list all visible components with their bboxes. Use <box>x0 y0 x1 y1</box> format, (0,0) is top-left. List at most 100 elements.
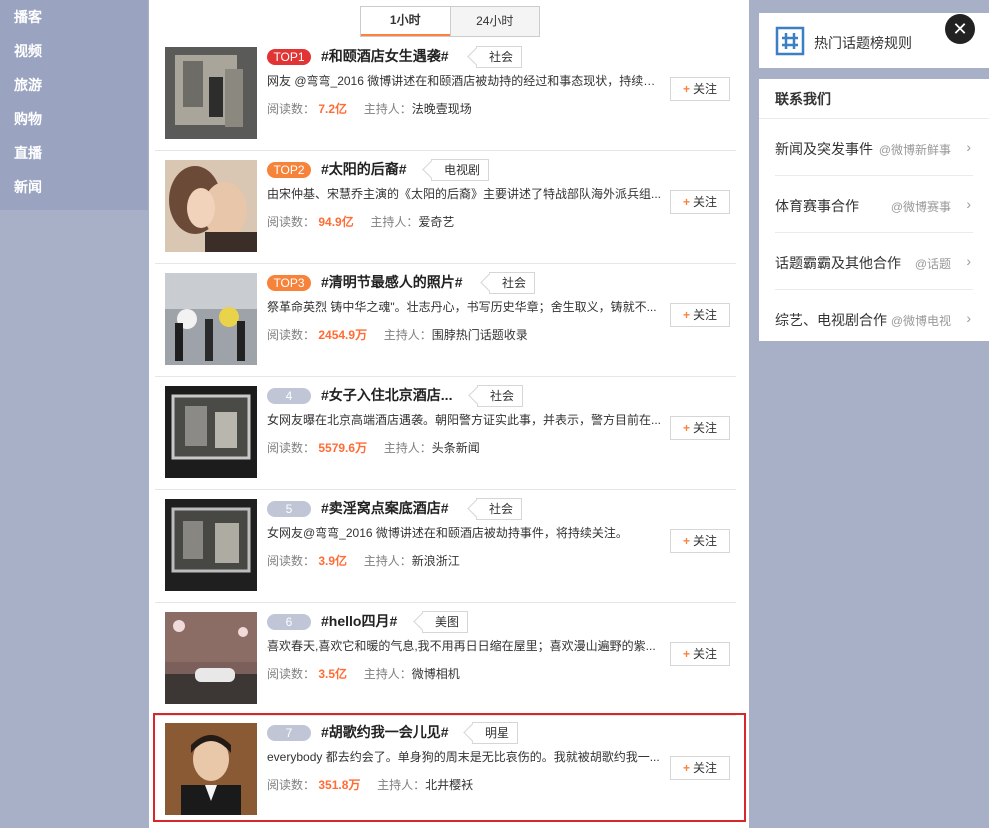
chevron-right-icon: › <box>966 253 971 269</box>
host-label: 主持人： <box>383 441 432 455</box>
follow-button[interactable]: + 关注 <box>670 303 730 327</box>
rank-badge: TOP3 <box>267 275 311 291</box>
topic-thumbnail[interactable] <box>165 273 257 365</box>
host-label: 主持人： <box>363 554 412 568</box>
nav-item-video[interactable]: 视频 <box>0 34 148 68</box>
topic-title[interactable]: #太阳的后裔# <box>321 159 407 179</box>
follow-label: 关注 <box>693 308 718 322</box>
category-tag[interactable]: 社会 <box>476 498 523 520</box>
rules-link[interactable]: 热门话题榜规则 <box>814 33 912 53</box>
follow-button[interactable]: + 关注 <box>670 77 730 101</box>
topic-title[interactable]: #清明节最感人的照片# <box>321 272 463 292</box>
topic-list-panel: 1小时 24小时 TOP1 #和颐酒店女生遇袭# 社会 网友 @弯弯_2016 … <box>149 0 749 828</box>
read-count-label: 阅读数： <box>267 554 316 568</box>
host-label: 主持人： <box>370 215 419 229</box>
contact-handle[interactable]: @话题 <box>915 255 951 272</box>
topic-thumbnail[interactable] <box>165 612 257 704</box>
nav-item-news[interactable]: 新闻 <box>0 170 148 204</box>
topic-thumbnail[interactable] <box>165 499 257 591</box>
topic-description: 网友 @弯弯_2016 微博讲述在和颐酒店被劫持的经过和事态现状，持续关注 <box>267 74 662 88</box>
follow-label: 关注 <box>693 195 718 209</box>
read-count-label: 阅读数： <box>267 102 316 116</box>
topic-meta: 阅读数： 3.9亿 主持人：新浪浙江 <box>267 552 460 569</box>
contact-label: 体育赛事合作 <box>775 198 859 214</box>
follow-button[interactable]: + 关注 <box>670 642 730 666</box>
contact-handle[interactable]: @微博新鲜事 <box>879 141 951 158</box>
read-count: 2454.9万 <box>318 328 368 342</box>
follow-label: 关注 <box>693 761 718 775</box>
contact-label: 综艺、电视剧合作 <box>775 312 887 328</box>
tab-1-hour[interactable]: 1小时 <box>361 7 450 36</box>
topic-meta: 阅读数： 94.9亿 主持人：爱奇艺 <box>267 213 454 230</box>
follow-label: 关注 <box>693 421 718 435</box>
read-count-label: 阅读数： <box>267 215 316 229</box>
read-count-label: 阅读数： <box>267 441 316 455</box>
read-count: 5579.6万 <box>318 441 368 455</box>
topic-description: everybody 都去约会了。单身狗的周末是无比哀伤的。我就被胡歌约我一... <box>267 750 660 764</box>
topic-title[interactable]: #胡歌约我一会儿见# <box>321 722 449 742</box>
rank-badge: 5 <box>267 501 311 517</box>
close-icon[interactable]: ✕ <box>945 14 975 44</box>
contact-label: 话题霸霸及其他合作 <box>775 255 901 271</box>
category-tag[interactable]: 美图 <box>422 611 469 633</box>
host-name[interactable]: 法晚壹现场 <box>412 102 472 116</box>
contact-panel: 联系我们 新闻及突发事件 @微博新鲜事 › 体育赛事合作 @微博赛事 › 话题霸… <box>759 79 989 341</box>
topic-thumbnail[interactable] <box>165 386 257 478</box>
read-count: 94.9亿 <box>318 215 354 229</box>
nav-item-shopping[interactable]: 购物 <box>0 102 148 136</box>
nav-item-travel[interactable]: 旅游 <box>0 68 148 102</box>
follow-button[interactable]: + 关注 <box>670 190 730 214</box>
follow-button[interactable]: + 关注 <box>670 756 730 780</box>
category-tag[interactable]: 明星 <box>472 722 519 744</box>
plus-icon: + <box>682 421 690 435</box>
nav-item-live[interactable]: 直播 <box>0 136 148 170</box>
read-count: 351.8万 <box>318 778 361 792</box>
topic-description: 由宋仲基、宋慧乔主演的《太阳的后裔》主要讲述了特战部队海外派兵组... <box>267 187 662 201</box>
host-name[interactable]: 微博相机 <box>412 667 460 681</box>
topic-meta: 阅读数： 5579.6万 主持人：头条新闻 <box>267 439 480 456</box>
follow-button[interactable]: + 关注 <box>670 529 730 553</box>
topic-title[interactable]: #卖淫窝点案底酒店# <box>321 498 449 518</box>
nav-item-podcast[interactable]: 播客 <box>0 0 148 34</box>
topic-row-selected: 7 #胡歌约我一会儿见# 明星 everybody 都去约会了。单身狗的周末是无… <box>153 713 746 822</box>
rank-badge: 7 <box>267 725 311 741</box>
host-name[interactable]: 新浪浙江 <box>412 554 460 568</box>
tab-24-hours[interactable]: 24小时 <box>449 7 540 36</box>
contact-item-tv[interactable]: 综艺、电视剧合作 @微博电视 › <box>775 290 973 346</box>
topic-description: 祭革命英烈 铸中华之魂"。壮志丹心，书写历史华章；舍生取义，铸就不... <box>267 300 657 314</box>
topic-thumbnail[interactable] <box>165 723 257 815</box>
time-range-tabs: 1小时 24小时 <box>360 6 540 37</box>
host-name[interactable]: 头条新闻 <box>432 441 480 455</box>
host-name[interactable]: 爱奇艺 <box>418 215 454 229</box>
host-label: 主持人： <box>363 102 412 116</box>
category-tag[interactable]: 社会 <box>476 46 523 68</box>
contact-label: 新闻及突发事件 <box>775 141 873 157</box>
contact-handle[interactable]: @微博赛事 <box>891 198 951 215</box>
topic-title[interactable]: #hello四月# <box>321 611 397 631</box>
topic-thumbnail[interactable] <box>165 160 257 252</box>
plus-icon: + <box>682 308 690 322</box>
topic-meta: 阅读数： 351.8万 主持人：北井樱袄 <box>267 776 473 793</box>
contact-handle[interactable]: @微博电视 <box>891 312 951 329</box>
category-tag[interactable]: 电视剧 <box>431 159 490 181</box>
contact-item-sports[interactable]: 体育赛事合作 @微博赛事 › <box>775 176 973 233</box>
category-tag[interactable]: 社会 <box>489 272 536 294</box>
read-count: 3.5亿 <box>318 667 348 681</box>
category-tag[interactable]: 社会 <box>477 385 524 407</box>
follow-label: 关注 <box>693 534 718 548</box>
topic-thumbnail[interactable] <box>165 47 257 139</box>
topic-description: 喜欢春天,喜欢它和暖的气息,我不用再日日缩在屋里；喜欢漫山遍野的紫... <box>267 639 656 653</box>
host-label: 主持人： <box>383 328 432 342</box>
host-label: 主持人： <box>363 667 412 681</box>
topic-description: 女网友@弯弯_2016 微博讲述在和颐酒店被劫持事件，将持续关注。 <box>267 526 628 540</box>
topic-title[interactable]: #和颐酒店女生遇袭# <box>321 46 449 66</box>
host-name[interactable]: 北井樱袄 <box>425 778 473 792</box>
read-count: 3.9亿 <box>318 554 348 568</box>
contact-item-topic[interactable]: 话题霸霸及其他合作 @话题 › <box>775 233 973 290</box>
follow-button[interactable]: + 关注 <box>670 416 730 440</box>
topic-title[interactable]: #女子入住北京酒店... <box>321 385 452 405</box>
chevron-right-icon: › <box>966 196 971 212</box>
host-name[interactable]: 围脖热门话题收录 <box>432 328 528 342</box>
contact-item-news[interactable]: 新闻及突发事件 @微博新鲜事 › <box>775 119 973 176</box>
follow-label: 关注 <box>693 82 718 96</box>
